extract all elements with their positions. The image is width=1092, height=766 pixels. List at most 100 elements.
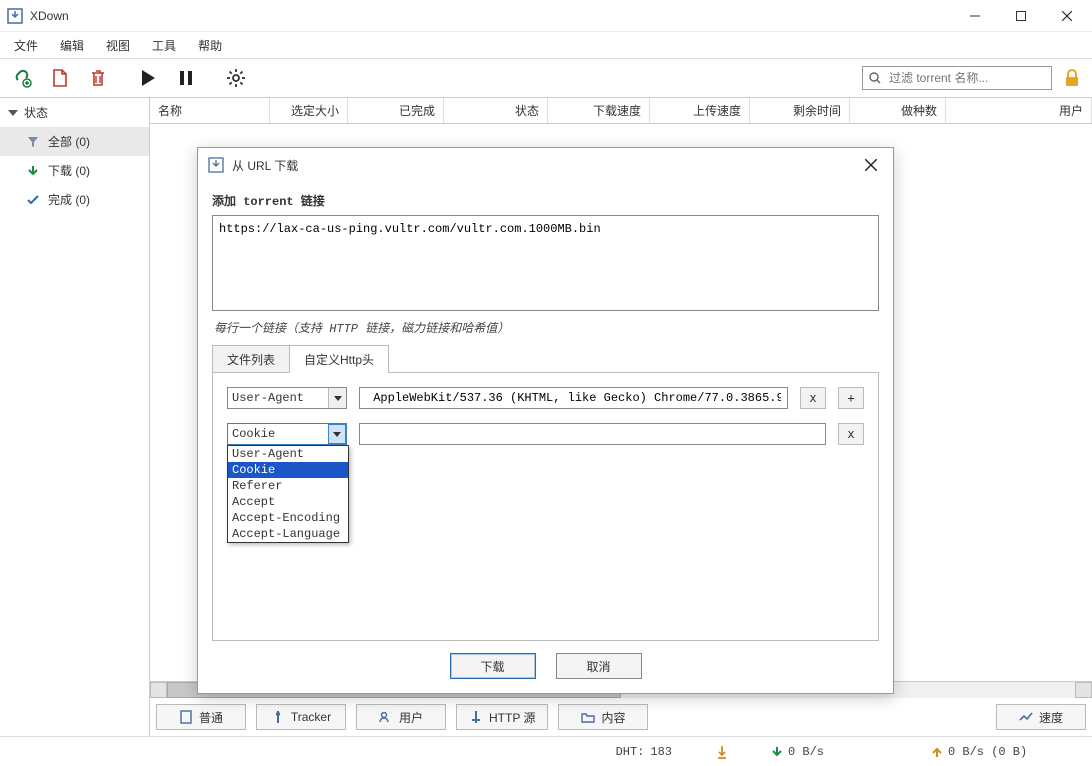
dialog-title: 从 URL 下载 [232,157,298,174]
statusbar: DHT: 183 0 B/s 0 B/s (0 B) [0,736,1092,766]
down-rate-value: 0 B/s [788,745,824,759]
app-title: XDown [28,9,69,23]
col-dlspeed[interactable]: 下载速度 [548,98,650,123]
http-icon [469,710,483,724]
up-rate-value: 0 B/s (0 B) [948,745,1027,759]
col-seeds[interactable]: 做种数 [850,98,946,123]
tab-label: HTTP 源 [489,709,535,726]
cancel-button[interactable]: 取消 [556,653,642,679]
app-icon [2,8,28,24]
sidebar-item-downloading[interactable]: 下载 (0) [0,156,149,185]
tab-speed[interactable]: 速度 [996,704,1086,730]
delete-button[interactable] [82,62,114,94]
header-key-combo[interactable]: Cookie User-Agent Cookie Referer Accept … [227,423,347,445]
dht-status: DHT: 183 [606,745,682,759]
dropdown-option[interactable]: Accept-Encoding [228,510,348,526]
sidebar-item-all[interactable]: 全部 (0) [0,127,149,156]
col-size[interactable]: 选定大小 [270,98,348,123]
tab-custom-headers[interactable]: 自定义Http头 [289,345,389,373]
chevron-down-icon[interactable] [328,424,346,444]
menu-tools[interactable]: 工具 [142,33,186,58]
maximize-button[interactable] [998,0,1044,32]
header-value-input[interactable] [359,423,826,445]
funnel-icon [26,135,40,149]
down-arrow-icon [772,746,782,758]
tab-tracker[interactable]: Tracker [256,704,346,730]
add-link-button[interactable] [6,62,38,94]
dialog-body: 添加 torrent 链接 每行一个链接（支持 HTTP 链接，磁力链接和哈希值… [198,182,893,641]
dropdown-option[interactable]: Accept-Language [228,526,348,542]
tab-users[interactable]: 用户 [356,704,446,730]
dialog-close-button[interactable] [859,153,883,177]
chevron-down-icon [8,110,18,116]
pause-button[interactable] [170,62,202,94]
dht-label: DHT: [616,745,645,759]
custom-headers-pane: User-Agent x + Cookie User-Agent Cookie … [212,372,879,641]
tab-content[interactable]: 内容 [558,704,648,730]
lock-icon[interactable] [1058,64,1086,92]
url-textarea[interactable] [212,215,879,311]
chevron-down-icon[interactable] [328,388,346,408]
remove-header-button[interactable]: x [838,423,864,445]
sidebar-item-label: 完成 (0) [48,191,90,208]
download-arrow-icon [26,164,40,178]
up-arrow-icon [932,746,942,758]
header-key-dropdown: User-Agent Cookie Referer Accept Accept-… [227,445,349,543]
settings-button[interactable] [220,62,252,94]
disk-icon [716,745,728,759]
sidebar-header[interactable]: 状态 [0,98,149,127]
menu-file[interactable]: 文件 [4,33,48,58]
disk-status [682,745,762,759]
dialog-titlebar: 从 URL 下载 [198,148,893,182]
add-file-button[interactable] [44,62,76,94]
tab-label: Tracker [291,710,331,724]
dialog-tabs: 文件列表 自定义Http头 [212,346,879,372]
remove-header-button[interactable]: x [800,387,826,409]
col-done[interactable]: 已完成 [348,98,444,123]
header-row: Cookie User-Agent Cookie Referer Accept … [227,423,864,445]
col-users[interactable]: 用户 [946,98,1092,123]
add-header-button[interactable]: + [838,387,864,409]
col-eta[interactable]: 剩余时间 [750,98,850,123]
col-name[interactable]: 名称 [150,98,270,123]
toolbar [0,58,1092,98]
tab-label: 普通 [199,709,223,726]
tab-file-list[interactable]: 文件列表 [212,345,290,373]
header-key-combo[interactable]: User-Agent [227,387,347,409]
folder-icon [581,710,595,724]
dropdown-option[interactable]: Referer [228,478,348,494]
search-input[interactable] [887,68,1046,88]
dropdown-option[interactable]: Accept [228,494,348,510]
download-button[interactable]: 下载 [450,653,536,679]
header-row: User-Agent x + [227,387,864,409]
sidebar: 状态 全部 (0) 下载 (0) 完成 (0) [0,98,150,736]
close-button[interactable] [1044,0,1090,32]
start-button[interactable] [132,62,164,94]
upload-rate: 0 B/s (0 B) [922,745,1092,759]
url-hint: 每行一个链接（支持 HTTP 链接，磁力链接和哈希值） [212,311,879,346]
scroll-left-button[interactable] [150,682,167,698]
sidebar-item-label: 全部 (0) [48,133,90,150]
dropdown-option[interactable]: Cookie [228,462,348,478]
col-ulspeed[interactable]: 上传速度 [650,98,750,123]
sidebar-header-label: 状态 [24,104,48,121]
sidebar-item-label: 下载 (0) [48,162,90,179]
tracker-icon [271,710,285,724]
search-icon [869,71,881,85]
users-icon [379,710,393,724]
sidebar-item-completed[interactable]: 完成 (0) [0,185,149,214]
col-status[interactable]: 状态 [444,98,548,123]
info-icon [179,710,193,724]
dialog-icon [208,157,224,173]
search-box[interactable] [862,66,1052,90]
scroll-right-button[interactable] [1075,682,1092,698]
menu-edit[interactable]: 编辑 [50,33,94,58]
dropdown-option[interactable]: User-Agent [228,446,348,462]
header-value-input[interactable] [359,387,788,409]
menu-help[interactable]: 帮助 [188,33,232,58]
tab-general[interactable]: 普通 [156,704,246,730]
tab-label: 用户 [399,709,423,726]
tab-http-source[interactable]: HTTP 源 [456,704,548,730]
menu-view[interactable]: 视图 [96,33,140,58]
minimize-button[interactable] [952,0,998,32]
